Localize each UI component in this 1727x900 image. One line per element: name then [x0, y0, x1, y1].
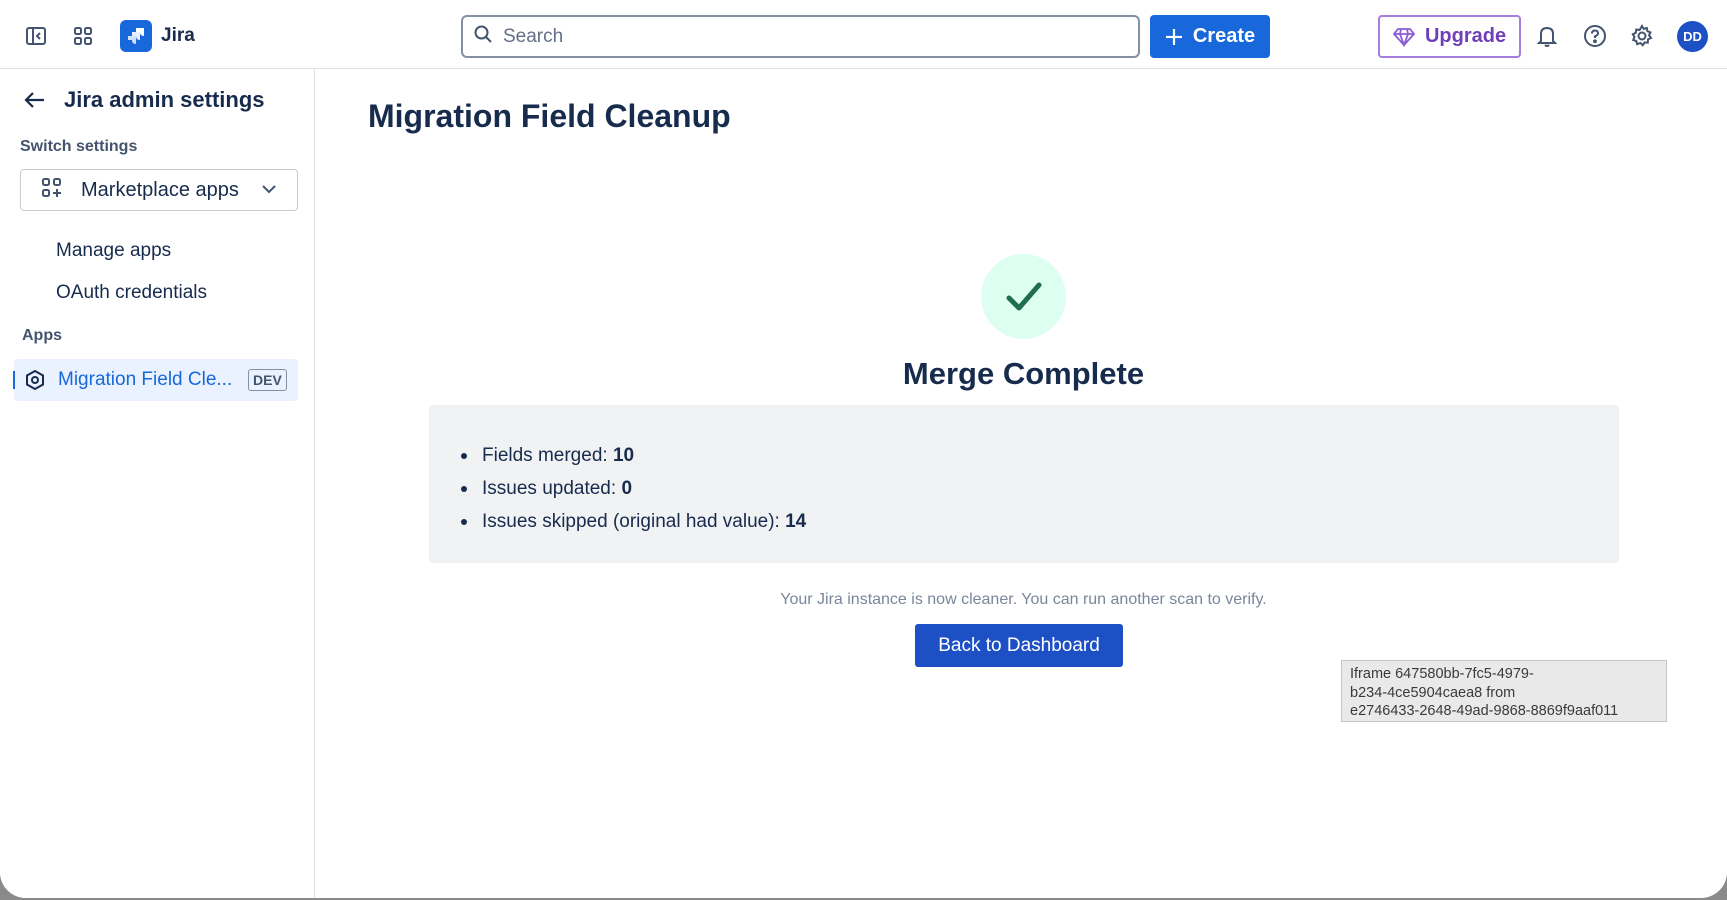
app-name-label: Migration Field Cle... — [58, 369, 233, 390]
back-arrow-icon[interactable] — [22, 87, 48, 113]
user-avatar[interactable]: DD — [1677, 21, 1708, 52]
summary-item-issues-skipped: Issues skipped (original had value): 14 — [460, 505, 807, 538]
sidebar-title: Jira admin settings — [64, 87, 265, 112]
active-indicator — [13, 371, 15, 389]
upgrade-button-label: Upgrade — [1424, 25, 1507, 47]
sidebar-item-oauth-credentials[interactable]: OAuth credentials — [56, 282, 207, 304]
settings-gear-icon[interactable] — [1627, 21, 1657, 51]
help-icon[interactable] — [1580, 21, 1610, 51]
app-window: Jira Create Upgrade — [0, 0, 1727, 898]
iframe-debug-tooltip: Iframe 647580bb-7fc5-4979- b234-4ce5904c… — [1341, 660, 1667, 722]
apps-section-label: Apps — [22, 327, 62, 344]
app-name: Jira — [161, 25, 195, 46]
merge-summary-list: Fields merged: 10 Issues updated: 0 Issu… — [460, 439, 807, 538]
app-switcher-icon[interactable] — [68, 21, 98, 51]
issues-updated-count: 0 — [621, 478, 633, 499]
jira-logo[interactable]: Jira — [120, 20, 195, 52]
switch-settings-label: Switch settings — [20, 138, 138, 155]
notifications-bell-icon[interactable] — [1532, 21, 1562, 51]
create-button[interactable]: Create — [1150, 15, 1270, 58]
plus-icon — [1165, 28, 1182, 45]
top-navigation-bar: Jira Create Upgrade — [0, 0, 1727, 69]
settings-switcher-dropdown[interactable]: Marketplace apps — [20, 169, 298, 211]
summary-item-fields-merged: Fields merged: 10 — [460, 439, 806, 472]
app-hexagon-icon — [24, 369, 46, 391]
upgrade-button[interactable]: Upgrade — [1378, 15, 1521, 58]
admin-sidebar: Jira admin settings Switch settings Mark… — [0, 69, 315, 898]
search-icon — [473, 24, 493, 49]
sidebar-toggle-icon[interactable] — [21, 21, 51, 51]
search-input[interactable] — [503, 25, 1103, 48]
back-to-dashboard-button[interactable]: Back to Dashboard — [915, 624, 1123, 667]
search-bar[interactable] — [461, 15, 1140, 58]
create-button-label: Create — [1192, 25, 1256, 47]
sidebar-item-migration-field-cleanup[interactable]: Migration Field Cle... DEV — [13, 359, 298, 401]
marketplace-apps-icon — [41, 177, 63, 204]
status-heading: Merge Complete — [902, 356, 1145, 391]
success-checkmark-icon — [981, 254, 1066, 339]
settings-switcher-value: Marketplace apps — [81, 178, 239, 201]
issues-skipped-count: 14 — [785, 511, 807, 532]
jira-logo-icon — [120, 20, 152, 52]
merge-summary-panel: Fields merged: 10 Issues updated: 0 Issu… — [429, 405, 1619, 563]
page-title: Migration Field Cleanup — [368, 98, 731, 134]
chevron-down-icon — [261, 181, 277, 199]
dev-badge: DEV — [248, 369, 287, 391]
fields-merged-count: 10 — [612, 445, 635, 466]
sidebar-item-manage-apps[interactable]: Manage apps — [56, 240, 171, 262]
summary-item-issues-updated: Issues updated: 0 — [460, 472, 806, 505]
diamond-icon — [1392, 27, 1415, 47]
helper-text: Your Jira instance is now cleaner. You c… — [780, 591, 1267, 608]
